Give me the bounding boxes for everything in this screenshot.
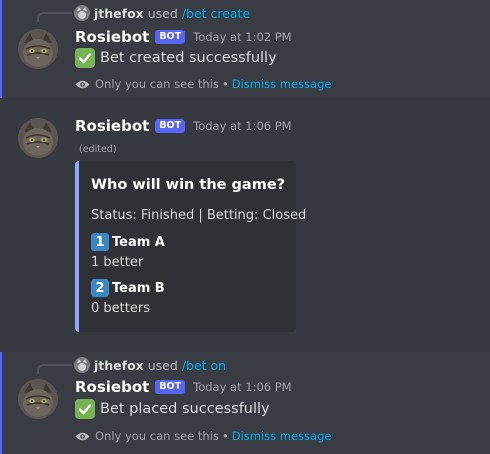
author-name[interactable]: Rosiebot (75, 28, 149, 46)
ephemeral-note-text: Only you can see this (95, 429, 219, 443)
bot-badge: BOT (155, 380, 186, 394)
author-name[interactable]: Rosiebot (75, 117, 149, 135)
field-name-team-a: 1 Team A (91, 233, 165, 251)
ephemeral-note: Only you can see this • Dismiss message (75, 77, 331, 91)
separator: • (221, 77, 229, 91)
ephemeral-note: Only you can see this • Dismiss message (75, 429, 331, 443)
timestamp[interactable]: Today at 1:06 PM (193, 119, 291, 133)
message-bet-status: Rosiebot BOT Today at 1:06 PM (edited) W… (0, 98, 490, 350)
reply-avatar[interactable] (74, 5, 90, 21)
message-content: Bet created successfully (75, 48, 277, 68)
field-value-team-a: 1 better (91, 255, 144, 270)
reply-username[interactable]: jthefox (94, 6, 144, 21)
reply-used-text: used (147, 5, 178, 21)
eye-icon (75, 431, 90, 442)
field-value-team-b: 0 betters (91, 301, 150, 316)
number-two-icon: 2 (91, 279, 109, 297)
eye-icon (75, 79, 90, 90)
number-one-icon: 1 (91, 233, 109, 251)
field-title: Team A (112, 234, 165, 250)
cat-avatar[interactable] (18, 29, 58, 69)
message-header: Rosiebot BOT Today at 1:06 PM (75, 378, 292, 396)
reply-username[interactable]: jthefox (94, 358, 144, 373)
reply-connector (37, 12, 72, 22)
reply-connector (37, 364, 72, 374)
embed-status: Status: Finished | Betting: Closed (91, 208, 307, 223)
reply-used-text: used (147, 357, 178, 373)
timestamp[interactable]: Today at 1:06 PM (193, 380, 291, 394)
bot-badge: BOT (155, 119, 186, 133)
message-content: Bet placed successfully (75, 399, 270, 419)
reply-avatar[interactable] (74, 357, 90, 373)
check-mark-icon (75, 399, 95, 419)
cat-avatar[interactable] (18, 118, 58, 158)
dismiss-message-link[interactable]: Dismiss message (232, 77, 332, 91)
field-title: Team B (112, 280, 165, 296)
field-name-team-b: 2 Team B (91, 279, 165, 297)
reply-context[interactable]: jthefox used /bet on (74, 357, 226, 373)
message-bet-create: jthefox used /bet create Rosiebot BOT To… (0, 0, 490, 98)
reply-context[interactable]: jthefox used /bet create (74, 5, 250, 21)
message-header: Rosiebot BOT Today at 1:02 PM (75, 28, 292, 46)
message-text: Bet created successfully (100, 50, 277, 66)
check-mark-icon (75, 48, 95, 68)
bet-embed: Who will win the game? Status: Finished … (75, 161, 306, 332)
author-name[interactable]: Rosiebot (75, 378, 149, 396)
separator: • (221, 429, 229, 443)
dismiss-message-link[interactable]: Dismiss message (232, 429, 332, 443)
reply-command[interactable]: /bet create (182, 6, 250, 21)
embed-title: Who will win the game? (91, 177, 286, 193)
reply-command[interactable]: /bet on (182, 358, 226, 373)
timestamp[interactable]: Today at 1:02 PM (193, 30, 291, 44)
message-text: Bet placed successfully (100, 401, 270, 417)
bot-badge: BOT (155, 30, 186, 44)
cat-avatar[interactable] (18, 379, 58, 419)
message-bet-on: jthefox used /bet on Rosiebot BOT Today … (0, 352, 490, 454)
message-header: Rosiebot BOT Today at 1:06 PM (75, 117, 292, 135)
ephemeral-note-text: Only you can see this (95, 77, 219, 91)
edited-label: (edited) (79, 144, 117, 155)
